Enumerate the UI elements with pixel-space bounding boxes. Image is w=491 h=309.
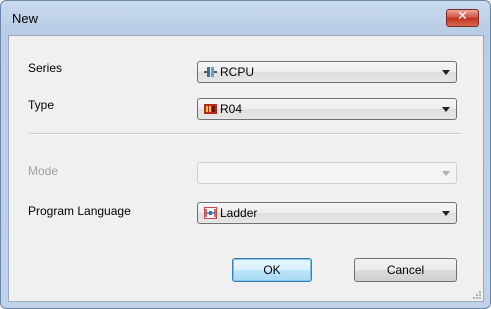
new-dialog: New ✕ Series RCPU Type R04 Mode Program … [0, 0, 491, 309]
chevron-down-icon [442, 107, 450, 112]
series-label: Series [28, 61, 63, 75]
cpu-module-icon [204, 67, 217, 77]
close-icon: ✕ [457, 9, 468, 24]
chevron-down-icon [442, 171, 450, 176]
ok-button[interactable]: OK [232, 258, 312, 282]
title-bar[interactable]: New ✕ [1, 1, 490, 35]
type-label: Type [28, 98, 55, 112]
close-button[interactable]: ✕ [446, 9, 479, 27]
cancel-button[interactable]: Cancel [354, 258, 457, 282]
chevron-down-icon [442, 70, 450, 75]
dialog-body: Series RCPU Type R04 Mode Program Langua… [8, 35, 484, 302]
chevron-down-icon [442, 211, 450, 216]
program-language-label: Program Language [28, 204, 131, 218]
plc-unit-icon [204, 104, 217, 114]
type-select[interactable]: R04 [197, 98, 457, 120]
mode-label: Mode [28, 164, 59, 178]
dialog-title: New [12, 11, 39, 26]
series-value: RCPU [220, 65, 255, 79]
type-value: R04 [220, 102, 243, 116]
ladder-icon [204, 207, 217, 219]
resize-grip-icon[interactable] [471, 289, 481, 299]
mode-select[interactable] [197, 162, 457, 184]
separator [29, 133, 461, 135]
series-select[interactable]: RCPU [197, 61, 457, 83]
program-language-value: Ladder [220, 206, 258, 220]
program-language-select[interactable]: Ladder [197, 202, 457, 224]
